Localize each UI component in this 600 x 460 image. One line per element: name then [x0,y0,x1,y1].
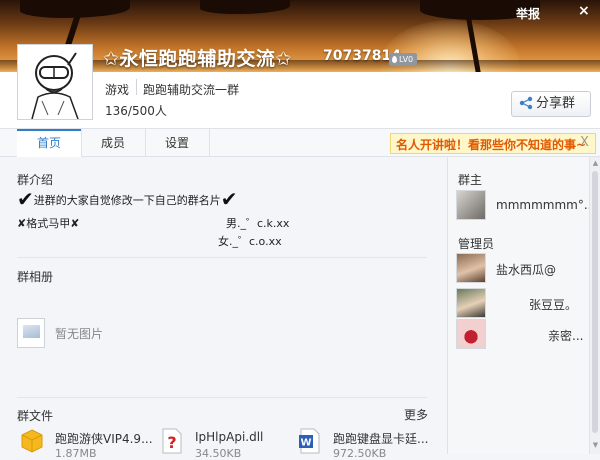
svg-text:?: ? [167,433,176,452]
avatar [456,190,486,220]
file-name: 跑跑游侠VIP4.9... [55,432,153,446]
word-file-icon: W [299,428,320,454]
checkmark-icon: ✔ [220,187,238,211]
cross-icon: ✘ [70,217,80,230]
intro-male-format: 男._゜c.k.xx [226,217,290,230]
share-group-button[interactable]: 分享群 [511,91,591,117]
admin-name: 张豆豆。 [529,298,578,312]
avatar [456,253,486,283]
intro-line-1: ✔进群的大家自觉修改一下自己的群名片✔ [17,187,238,211]
tab-home[interactable]: 首页 [17,129,82,158]
file-item[interactable]: ? IpHlpApi.dll 34.50KB [160,428,290,460]
share-label: 分享群 [536,96,576,111]
cross-icon: ✘ [17,217,27,230]
tab-members[interactable]: 成员 [81,129,146,157]
owner-title: 群主 [458,173,483,187]
group-level-badge: LV0 [389,53,418,66]
zip-file-icon [21,429,43,453]
share-icon [519,96,533,110]
owner-item[interactable]: mmmmmmm°... [456,190,595,220]
droplet-icon [392,56,397,63]
admin-name: 盐水西瓜@ [496,263,557,277]
file-item[interactable]: W 跑跑键盘显卡廷... 972.50KB [298,428,438,460]
admin-name: 亲密... [548,329,584,343]
scrollbar-thumb[interactable] [592,171,598,433]
intro-title: 群介绍 [17,173,54,187]
admin-title: 管理员 [458,237,495,251]
scroll-down-arrow-icon[interactable]: ▼ [591,441,600,450]
album-title: 群相册 [17,270,54,284]
group-tag-name[interactable]: 跑跑辅助交流一群 [143,81,239,98]
avatar [456,288,486,318]
close-button[interactable]: × [578,3,590,19]
group-tag-category[interactable]: 游戏 [105,81,129,98]
files-title: 群文件 [17,409,54,423]
admin-item[interactable]: 亲密... [456,319,586,349]
divider [17,397,427,398]
members-count: 136/500人 [105,104,167,118]
files-more-link[interactable]: 更多 [404,406,428,423]
scroll-up-arrow-icon[interactable]: ▲ [591,159,600,168]
admin-item[interactable]: 张豆豆。 [456,288,586,318]
group-name: ✩永恒跑跑辅助交流✩ [103,48,292,70]
intro-female-format: 女._゜c.o.xx [218,235,282,248]
tag-divider [136,79,137,95]
divider [17,257,427,258]
owner-name: mmmmmmm°... [496,198,596,212]
checkmark-icon: ✔ [17,187,34,211]
album-empty-text: 暂无图片 [55,327,104,341]
palm-leaves [200,0,290,14]
notice-text[interactable]: 名人开讲啦！看那些你不知道的事~ [396,136,586,153]
sidebar-scrollbar[interactable]: ▲ ▼ [589,157,600,454]
unknown-file-icon: ? [162,428,182,454]
file-name: IpHlpApi.dll [195,430,264,444]
report-button[interactable]: 举报 [516,5,540,22]
group-avatar[interactable] [17,44,93,120]
notice-banner[interactable]: 名人开讲啦！看那些你不知道的事~ X [390,133,596,154]
diver-avatar-icon [18,45,92,119]
notice-close-button[interactable]: X [580,135,589,150]
avatar [456,319,486,349]
admin-item[interactable]: 盐水西瓜@ [456,253,586,283]
intro-line-2: ✘格式马甲✘ [17,217,80,230]
svg-text:W: W [300,438,311,449]
photo-placeholder-icon [17,318,45,348]
file-name: 跑跑键盘显卡廷... [333,432,429,446]
file-item[interactable]: 跑跑游侠VIP4.9... 1.87MB [20,428,160,460]
tab-settings[interactable]: 设置 [145,129,210,157]
